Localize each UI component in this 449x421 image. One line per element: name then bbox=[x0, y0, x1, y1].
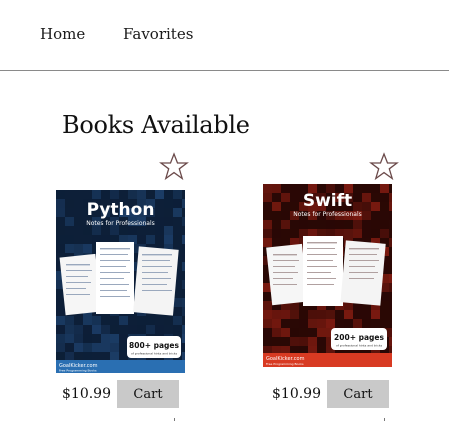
cover-title: Swift bbox=[303, 191, 352, 211]
favorite-star-icon[interactable] bbox=[369, 152, 399, 182]
cover-subtitle: Notes for Professionals bbox=[293, 211, 362, 218]
book-cover-image[interactable]: Python Notes for Professionals 800+ page… bbox=[56, 190, 185, 373]
favorite-star-icon[interactable] bbox=[159, 152, 189, 182]
nav-home-link[interactable]: Home bbox=[40, 25, 85, 43]
page-title: Books Available bbox=[62, 111, 250, 139]
book-price: $10.99 bbox=[62, 386, 111, 402]
cover-publisher-sub: Free Programming Books bbox=[59, 369, 97, 373]
cover-pages-badge-sub: of professional hints and tricks bbox=[336, 344, 383, 348]
cover-publisher-sub: Free Programming Books bbox=[266, 362, 304, 366]
cover-title: Python bbox=[87, 200, 155, 220]
cover-pages-badge: 800+ pages bbox=[129, 341, 179, 350]
nav-favorites-link[interactable]: Favorites bbox=[123, 25, 193, 43]
cover-pages-badge: 200+ pages bbox=[334, 333, 384, 342]
cover-pages-badge-sub: of professional hints and tricks bbox=[131, 352, 178, 356]
cover-subtitle: Notes for Professionals bbox=[86, 220, 155, 227]
add-to-cart-button[interactable]: Cart bbox=[117, 380, 179, 408]
book-cover-image[interactable]: Swift Notes for Professionals 200+ pages… bbox=[263, 184, 392, 367]
book-price: $10.99 bbox=[272, 386, 321, 402]
add-to-cart-button[interactable]: Cart bbox=[327, 380, 389, 408]
top-nav: Home Favorites bbox=[0, 0, 449, 71]
